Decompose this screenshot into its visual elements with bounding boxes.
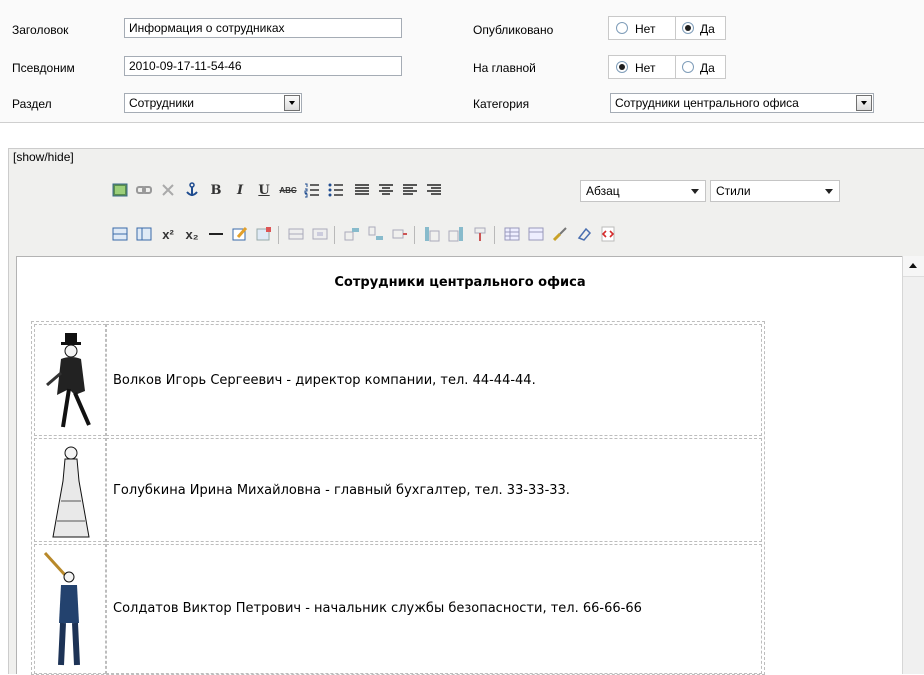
lady-portrait-icon	[52, 446, 90, 538]
underline-icon[interactable]: U	[254, 180, 274, 200]
link-icon[interactable]	[134, 180, 154, 200]
show-hide-toggle[interactable]: [show/hide]	[13, 150, 74, 164]
styles-select[interactable]: Стили	[710, 180, 840, 202]
eraser-icon[interactable]	[574, 224, 594, 244]
align-right-icon[interactable]	[424, 180, 444, 200]
table-row: Солдатов Виктор Петрович - начальник слу…	[106, 544, 762, 674]
table-row-props-icon[interactable]	[286, 224, 306, 244]
unlink-icon[interactable]	[158, 180, 178, 200]
italic-icon[interactable]: I	[230, 180, 250, 200]
edit-icon[interactable]	[230, 224, 250, 244]
frontpage-label: На главной	[473, 61, 536, 75]
table-cell-image	[34, 324, 106, 436]
published-no-label: Нет	[635, 22, 656, 36]
employee-text: Солдатов Виктор Петрович - начальник слу…	[113, 601, 642, 616]
paragraph-format-value: Абзац	[586, 184, 620, 198]
editor-content-area[interactable]: Сотрудники центрального офиса Волков Иго…	[16, 256, 902, 675]
published-label: Опубликовано	[473, 23, 554, 37]
published-no-option[interactable]: Нет	[608, 16, 676, 40]
table-cell-props-icon[interactable]	[310, 224, 330, 244]
frontpage-no-radio[interactable]	[616, 61, 628, 73]
html-source-icon[interactable]	[598, 224, 618, 244]
vertical-split-icon[interactable]	[134, 224, 154, 244]
chevron-down-icon	[856, 95, 872, 111]
editor-toolbar-row-2: x² x₂	[110, 224, 850, 248]
horizontal-split-icon[interactable]	[110, 224, 130, 244]
toolbar-separator	[278, 226, 279, 244]
chevron-down-icon	[825, 189, 833, 194]
toolbar-separator	[494, 226, 495, 244]
section-select-value: Сотрудники	[129, 96, 194, 110]
paragraph-format-select[interactable]: Абзац	[580, 180, 706, 202]
table-row: Голубкина Ирина Михайловна - главный бух…	[106, 438, 762, 542]
gentleman-portrait-icon	[46, 333, 91, 428]
category-label: Категория	[473, 97, 530, 111]
delete-row-icon[interactable]	[390, 224, 410, 244]
strikethrough-icon[interactable]: ABC	[278, 180, 298, 200]
align-center-icon[interactable]	[376, 180, 396, 200]
table-cell-image	[34, 438, 106, 542]
alias-label: Псевдоним	[12, 61, 75, 75]
insert-row-before-icon[interactable]	[342, 224, 362, 244]
chevron-down-icon	[691, 189, 699, 194]
section-label: Раздел	[12, 97, 52, 111]
bold-icon[interactable]: B	[206, 180, 226, 200]
title-label: Заголовок	[12, 23, 69, 37]
employee-text: Голубкина Ирина Михайловна - главный бух…	[113, 483, 570, 498]
styles-select-value: Стили	[716, 184, 751, 198]
frontpage-no-option[interactable]: Нет	[608, 55, 676, 79]
anchor-icon[interactable]	[182, 180, 202, 200]
article-details-form: Заголовок Псевдоним Раздел Сотрудники Оп…	[0, 0, 924, 123]
vertical-scrollbar[interactable]	[902, 256, 924, 674]
frontpage-yes-option[interactable]: Да	[676, 55, 726, 79]
superscript-icon[interactable]: x²	[158, 224, 178, 244]
frontpage-no-label: Нет	[635, 61, 656, 75]
published-yes-radio[interactable]	[682, 22, 694, 34]
split-cells-icon[interactable]	[502, 224, 522, 244]
bullet-list-icon[interactable]	[326, 180, 346, 200]
trumpeter-portrait-icon	[43, 551, 80, 666]
published-no-radio[interactable]	[616, 22, 628, 34]
insert-row-after-icon[interactable]	[366, 224, 386, 244]
title-input[interactable]	[124, 18, 402, 38]
insert-col-before-icon[interactable]	[422, 224, 442, 244]
employee-text: Волков Игорь Сергеевич - директор компан…	[113, 373, 536, 388]
merge-cells-icon[interactable]	[526, 224, 546, 244]
insert-col-after-icon[interactable]	[446, 224, 466, 244]
document-title: Сотрудники центрального офиса	[334, 275, 586, 290]
insert-image-icon[interactable]	[110, 180, 130, 200]
table-row: Волков Игорь Сергеевич - директор компан…	[106, 324, 762, 436]
scroll-up-icon[interactable]	[903, 256, 924, 277]
toolbar-separator	[334, 226, 335, 244]
clean-format-icon[interactable]	[550, 224, 570, 244]
table-cell-image	[34, 544, 106, 674]
frontpage-yes-label: Да	[700, 61, 715, 75]
chevron-down-icon	[284, 95, 300, 111]
employees-table: Волков Игорь Сергеевич - директор компан…	[31, 321, 765, 675]
category-select[interactable]: Сотрудники центрального офиса	[610, 93, 874, 113]
subscript-icon[interactable]: x₂	[182, 224, 202, 244]
numbered-list-icon[interactable]	[302, 180, 322, 200]
category-select-value: Сотрудники центрального офиса	[615, 96, 799, 110]
published-yes-option[interactable]: Да	[676, 16, 726, 40]
section-select[interactable]: Сотрудники	[124, 93, 302, 113]
frontpage-yes-radio[interactable]	[682, 61, 694, 73]
alias-input[interactable]	[124, 56, 402, 76]
delete-col-icon[interactable]	[470, 224, 490, 244]
horizontal-rule-icon[interactable]	[206, 224, 226, 244]
toolbar-separator	[414, 226, 415, 244]
published-yes-label: Да	[700, 22, 715, 36]
cleanup-icon[interactable]	[254, 224, 274, 244]
align-left-icon[interactable]	[400, 180, 420, 200]
align-justify-icon[interactable]	[352, 180, 372, 200]
